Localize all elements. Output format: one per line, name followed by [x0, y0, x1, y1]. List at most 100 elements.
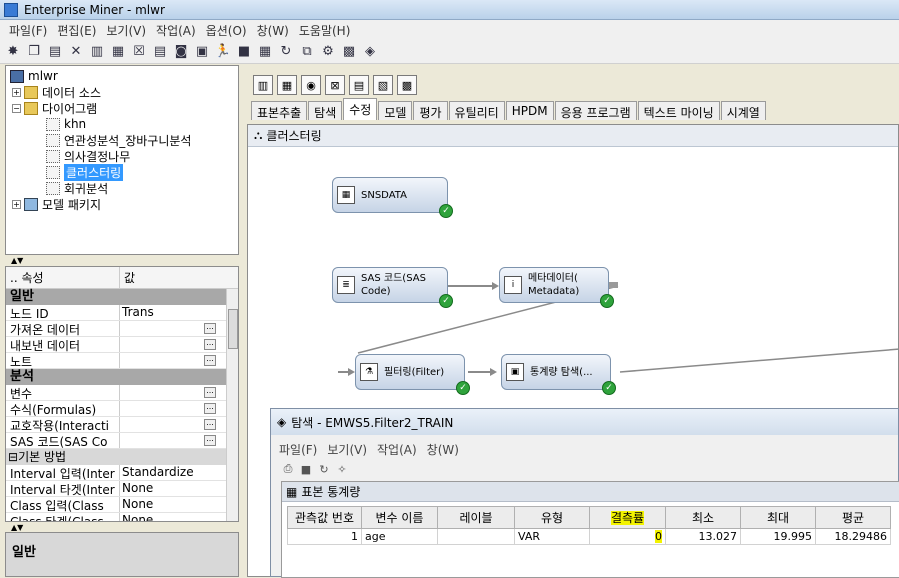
col-var-name[interactable]: 변수 이름 — [361, 506, 438, 529]
menu-view[interactable]: 보기(V) — [101, 22, 151, 39]
chart-icon[interactable]: ▥ — [88, 43, 106, 61]
replacement-node-icon[interactable]: ▤ — [349, 75, 369, 95]
tab-sample[interactable]: 표본추출 — [251, 101, 308, 120]
delete-icon[interactable]: ✕ — [67, 43, 85, 61]
print-icon[interactable]: ⎙ — [281, 462, 295, 476]
tree-item-clustering[interactable]: 클러스터링 — [46, 163, 124, 181]
report-icon[interactable]: ☒ — [130, 43, 148, 61]
col-label[interactable]: 레이블 — [437, 506, 515, 529]
grid-icon[interactable]: ▦ — [109, 43, 127, 61]
results-icon[interactable]: ▣ — [193, 43, 211, 61]
prop-row[interactable]: 가져온 데이터... — [6, 321, 238, 337]
menu-window[interactable]: 창(W) — [252, 22, 294, 39]
menu-help[interactable]: 도움말(H) — [294, 22, 356, 39]
interactive-binning-icon[interactable]: ◉ — [301, 75, 321, 95]
prop-row[interactable]: 수식(Formulas)... — [6, 401, 238, 417]
preview-icon[interactable]: ◙ — [172, 43, 190, 61]
library-icon[interactable]: ▩ — [340, 43, 358, 61]
tree-data-source[interactable]: + 데이터 소스 — [12, 84, 101, 100]
tab-text-mining[interactable]: 텍스트 마이닝 — [637, 101, 720, 120]
stop-icon[interactable]: ■ — [235, 43, 253, 61]
tree-item-regression[interactable]: 회귀분석 — [46, 180, 108, 196]
principal-components-icon[interactable]: ⊠ — [325, 75, 345, 95]
menu-options[interactable]: 옵션(O) — [201, 22, 252, 39]
users-icon[interactable]: ⚙ — [319, 43, 337, 61]
explore-menu-action[interactable]: 작업(A) — [377, 441, 417, 458]
tab-applications[interactable]: 응용 프로그램 — [554, 101, 637, 120]
paste-icon[interactable]: ▤ — [46, 43, 64, 61]
run-icon[interactable]: 🏃 — [214, 43, 232, 61]
menu-action[interactable]: 작업(A) — [151, 22, 201, 39]
tab-hpdm[interactable]: HPDM — [505, 101, 554, 120]
ellipsis-button[interactable]: ... — [204, 355, 216, 366]
transform-variables-icon[interactable]: ▩ — [397, 75, 417, 95]
document-icon[interactable]: ▤ — [151, 43, 169, 61]
bookmark-icon[interactable]: ◈ — [361, 43, 379, 61]
prop-row[interactable]: Interval 입력(Inter Standardize — [6, 465, 238, 481]
impute-node-icon[interactable]: ▦ — [277, 75, 297, 95]
expand-icon[interactable]: + — [12, 87, 21, 97]
explore-window[interactable]: ◈ 탐색 - EMWS5.Filter2_TRAIN 파일(F) 보기(V) 작… — [270, 408, 899, 578]
section-basic-method[interactable]: ⊟기본 방법 — [6, 449, 238, 465]
output-port[interactable] — [609, 282, 618, 288]
collapse-icon[interactable]: ⊟ — [8, 450, 18, 464]
refresh-icon[interactable]: ↻ — [277, 43, 295, 61]
node-metadata[interactable]: i 메타데이터(Metadata) ✓ — [499, 267, 618, 308]
splitter-handle[interactable]: ▲▼ — [5, 256, 239, 265]
prop-row[interactable]: 노트... — [6, 353, 238, 369]
tree-item-association[interactable]: 연관성분석_장바구니분석 — [46, 132, 191, 148]
copy-icon[interactable]: ❐ — [25, 43, 43, 61]
tab-assess[interactable]: 평가 — [413, 101, 448, 120]
table-row[interactable]: 1 age VAR 0 13.027 19.995 18.29486 — [287, 528, 891, 545]
col-mean[interactable]: 평균 — [815, 506, 891, 529]
tree-diagrams[interactable]: − 다이어그램 — [12, 100, 97, 116]
col-property[interactable]: .. 속성 — [6, 267, 120, 288]
properties-scrollbar[interactable] — [226, 289, 238, 521]
refresh-icon[interactable]: ↻ — [317, 462, 331, 476]
col-min[interactable]: 최소 — [665, 506, 741, 529]
prop-row[interactable]: 교호작용(Interacti... — [6, 417, 238, 433]
save-icon[interactable]: ■ — [299, 462, 313, 476]
tab-explore[interactable]: 탐색 — [308, 101, 343, 120]
explore-title-bar[interactable]: ◈ 탐색 - EMWS5.Filter2_TRAIN — [271, 409, 898, 435]
ellipsis-button[interactable]: ... — [204, 339, 216, 350]
prop-row[interactable]: 내보낸 데이터... — [6, 337, 238, 353]
ellipsis-button[interactable]: ... — [204, 419, 216, 430]
prop-row[interactable]: 노드 ID Trans — [6, 305, 238, 321]
col-value[interactable]: 값 — [120, 267, 135, 288]
menu-file[interactable]: 파일(F) — [4, 22, 52, 39]
tree-item-decision-tree[interactable]: 의사결정나무 — [46, 148, 130, 164]
new-icon[interactable]: ✸ — [4, 43, 22, 61]
tree-model-package[interactable]: + 모델 패키지 — [12, 196, 101, 212]
node-filter[interactable]: ⚗ 필터링(Filter) ✓ — [355, 354, 470, 395]
drop-node-icon[interactable]: ▥ — [253, 75, 273, 95]
explore-menu-view[interactable]: 보기(V) — [327, 441, 367, 458]
splitter-handle[interactable]: ▲▼ — [5, 523, 239, 532]
prop-row[interactable]: Class 타겟(Class None — [6, 513, 238, 521]
ellipsis-button[interactable]: ... — [204, 323, 216, 334]
tree-root[interactable]: mlwr — [10, 68, 58, 84]
prop-row[interactable]: 변수... — [6, 385, 238, 401]
wand-icon[interactable]: ✧ — [335, 462, 349, 476]
tree-item-khn[interactable]: khn — [46, 116, 86, 132]
col-max[interactable]: 최대 — [740, 506, 816, 529]
col-obs-number[interactable]: 관측값 번호 — [287, 506, 362, 529]
window-icon[interactable]: ⧉ — [298, 43, 316, 61]
ellipsis-button[interactable]: ... — [204, 403, 216, 414]
node-stat-explore[interactable]: ▣ 통계량 탐색(... ✓ — [501, 354, 616, 395]
tab-time-series[interactable]: 시계열 — [720, 101, 766, 120]
col-missing-rate[interactable]: 결측률 — [589, 506, 666, 529]
col-type[interactable]: 유형 — [514, 506, 590, 529]
explore-menu-file[interactable]: 파일(F) — [279, 441, 317, 458]
tab-model[interactable]: 모델 — [378, 101, 413, 120]
node-sascode[interactable]: ≣ SAS 코드(SAS Code) ✓ — [332, 267, 453, 308]
tab-modify[interactable]: 수정 — [343, 98, 378, 120]
expand-icon[interactable]: + — [12, 199, 21, 209]
menu-edit[interactable]: 편집(E) — [52, 22, 101, 39]
collapse-icon[interactable]: − — [12, 103, 21, 113]
ellipsis-button[interactable]: ... — [204, 387, 216, 398]
tab-utility[interactable]: 유틸리티 — [448, 101, 505, 120]
explore-menu-window[interactable]: 창(W) — [427, 441, 459, 458]
scroll-thumb[interactable] — [228, 309, 238, 349]
node-snsdata[interactable]: ▦ SNSDATA ✓ — [332, 177, 453, 218]
